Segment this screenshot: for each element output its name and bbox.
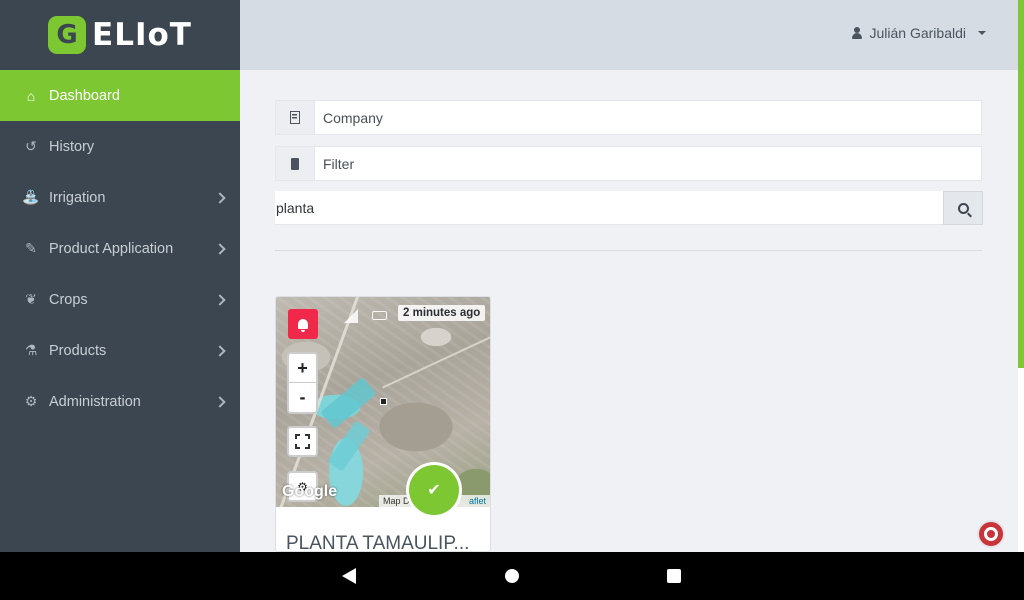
zoom-out-button[interactable]: - bbox=[289, 383, 316, 412]
zoom-control: + - bbox=[287, 352, 318, 414]
wand-icon: ✎ bbox=[25, 240, 37, 256]
filter-select-group bbox=[275, 146, 982, 181]
sidebar-item-dashboard[interactable]: ⌂ Dashboard bbox=[0, 70, 240, 121]
chevron-right-icon bbox=[214, 395, 226, 408]
gear-icon: ⚙ bbox=[24, 393, 38, 409]
sidebar-item-label: Administration bbox=[49, 393, 141, 410]
search-input[interactable] bbox=[275, 191, 943, 225]
filter-addon bbox=[276, 147, 315, 180]
brand-name: ELIoT bbox=[92, 17, 192, 53]
home-button-icon[interactable] bbox=[505, 569, 519, 583]
building-icon bbox=[290, 111, 300, 124]
company-addon bbox=[276, 101, 315, 134]
bell-icon bbox=[298, 319, 308, 332]
chevron-right-icon bbox=[214, 191, 226, 204]
flask-icon: ⚗ bbox=[24, 342, 38, 358]
sidebar-item-products[interactable]: ⚗ Products bbox=[0, 325, 240, 376]
sidebar-item-crops[interactable]: ❦ Crops bbox=[0, 274, 240, 325]
scrollbar-track[interactable] bbox=[1018, 368, 1024, 552]
chevron-right-icon bbox=[214, 242, 226, 255]
system-nav-bar bbox=[0, 552, 1024, 600]
recents-icon[interactable] bbox=[667, 569, 681, 583]
sidebar-item-label: Irrigation bbox=[49, 189, 106, 206]
device-card[interactable]: 2 minutes ago + - ⚙ Google Map Dat aflet… bbox=[275, 296, 491, 552]
sidebar-item-label: Crops bbox=[49, 291, 88, 308]
company-input[interactable] bbox=[315, 101, 981, 134]
logo-mark-icon: G bbox=[48, 16, 87, 54]
scrollbar-thumb[interactable] bbox=[1018, 0, 1024, 368]
fullscreen-icon bbox=[295, 434, 310, 449]
google-logo: Google bbox=[282, 483, 338, 500]
search-group bbox=[275, 191, 983, 225]
back-icon[interactable] bbox=[342, 568, 356, 584]
map-road bbox=[382, 327, 490, 389]
lifebuoy-icon bbox=[984, 527, 998, 541]
history-icon: ↺ bbox=[25, 138, 37, 154]
last-update-badge: 2 minutes ago bbox=[398, 305, 486, 321]
brand-logo[interactable]: G ELIoT bbox=[48, 16, 192, 54]
chevron-right-icon bbox=[214, 293, 226, 306]
user-name: Julián Garibaldi bbox=[869, 25, 967, 41]
signal-icon bbox=[344, 309, 358, 323]
sidebar-item-irrigation[interactable]: ⛲ Irrigation bbox=[0, 172, 240, 223]
status-badge: ✔ bbox=[406, 462, 462, 518]
device-name: PLANTA TAMAULIP... bbox=[286, 533, 470, 552]
sidebar: G ELIoT ⌂ Dashboard ↺ History ⛲ Irrigati… bbox=[0, 0, 240, 552]
filter-input[interactable] bbox=[315, 147, 981, 180]
company-select-group bbox=[275, 100, 982, 135]
fullscreen-button[interactable] bbox=[287, 426, 318, 457]
sidebar-item-label: Products bbox=[49, 342, 107, 359]
leaf-icon: ❦ bbox=[25, 291, 37, 307]
help-button[interactable] bbox=[977, 520, 1005, 548]
home-icon: ⌂ bbox=[26, 87, 36, 104]
chevron-right-icon bbox=[214, 344, 226, 357]
leaflet-link[interactable]: aflet bbox=[469, 496, 486, 506]
alarm-button[interactable] bbox=[288, 309, 318, 339]
battery-icon bbox=[372, 311, 387, 320]
user-icon bbox=[851, 27, 862, 39]
sidebar-item-label: History bbox=[49, 138, 95, 155]
sidebar-item-history[interactable]: ↺ History bbox=[0, 121, 240, 172]
user-menu[interactable]: Julián Garibaldi bbox=[851, 25, 986, 41]
zoom-in-button[interactable]: + bbox=[289, 354, 316, 383]
search-button[interactable] bbox=[943, 191, 983, 225]
map-water bbox=[320, 376, 377, 430]
sidebar-item-label: Product Application bbox=[49, 240, 174, 257]
sidebar-item-label: Dashboard bbox=[49, 87, 120, 104]
search-icon bbox=[957, 202, 969, 214]
logo-area: G ELIoT bbox=[0, 0, 240, 70]
check-icon: ✔ bbox=[409, 465, 459, 515]
chip-icon bbox=[288, 157, 302, 170]
caret-down-icon bbox=[978, 31, 986, 35]
main-content: 2 minutes ago + - ⚙ Google Map Dat aflet… bbox=[240, 70, 1018, 552]
divider bbox=[275, 250, 982, 251]
sidebar-item-product-application[interactable]: ✎ Product Application bbox=[0, 223, 240, 274]
irrigation-icon: ⛲ bbox=[22, 189, 40, 205]
map-marker[interactable] bbox=[380, 398, 387, 405]
sidebar-item-administration[interactable]: ⚙ Administration bbox=[0, 376, 240, 427]
top-bar: Julián Garibaldi bbox=[240, 0, 1018, 70]
